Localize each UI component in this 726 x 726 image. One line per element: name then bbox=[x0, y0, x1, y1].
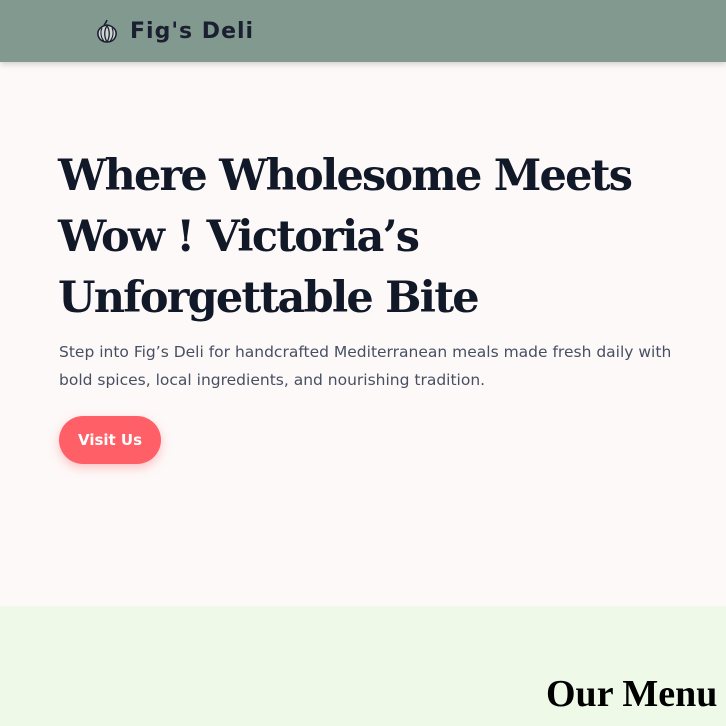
hero-title: Where Wholesome Meets Wow ! Victoria’s U… bbox=[58, 151, 633, 323]
menu-section: Our Menu bbox=[0, 606, 726, 726]
navbar: Fig's Deli bbox=[0, 0, 726, 62]
garlic-icon bbox=[93, 17, 121, 45]
hero-description: Step into Fig’s Deli for handcrafted Med… bbox=[59, 343, 672, 389]
menu-heading: Our Menu bbox=[546, 673, 718, 715]
brand-link[interactable]: Fig's Deli bbox=[93, 17, 254, 45]
brand-name: Fig's Deli bbox=[130, 18, 255, 44]
visit-us-button[interactable]: Visit Us bbox=[59, 416, 161, 464]
hero-section: Where Wholesome Meets Wow ! Victoria’s U… bbox=[0, 62, 726, 606]
